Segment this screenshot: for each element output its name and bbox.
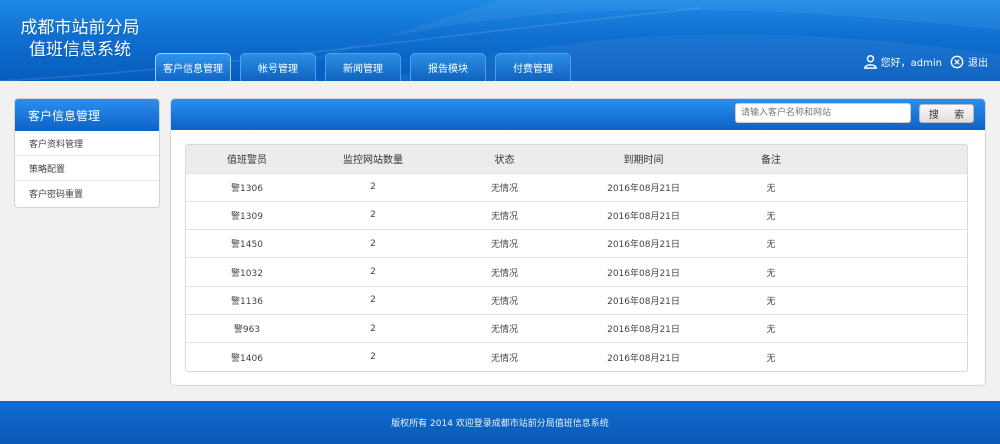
cell-site-count: 2 — [370, 182, 376, 193]
table-header-row: 值班警员 监控网站数量 状态 到期时间 备注 — [186, 145, 967, 173]
cell-status: 无情况 — [490, 353, 518, 364]
cell-spacer — [826, 230, 967, 258]
cell-officer: 警963 — [233, 325, 261, 336]
tab-account[interactable]: 帐号管理 — [240, 53, 316, 81]
sidebar-title: 客户信息管理 — [15, 99, 159, 131]
cell-officer: 警1406 — [231, 353, 263, 364]
user-greeting: 您好，admin — [880, 58, 942, 69]
sidebar-item-policy-config[interactable]: 策略配置 — [15, 156, 159, 181]
cell-remark: 无 — [766, 353, 776, 364]
cell-spacer — [826, 173, 967, 201]
main-toolbar: 搜 索 — [171, 99, 985, 130]
cell-remark: 无 — [766, 296, 776, 307]
user-icon — [863, 54, 877, 69]
cell-site-count: 2 — [370, 267, 376, 278]
cell-remark: 无 — [766, 268, 776, 279]
tab-news[interactable]: 新闻管理 — [325, 53, 401, 81]
tab-reports[interactable]: 报告模块 — [410, 53, 486, 81]
cell-spacer — [826, 258, 967, 286]
cell-officer: 警1306 — [231, 183, 263, 194]
footer: 版权所有 2014 欢迎登录成都市站前分局值班信息系统 — [0, 401, 1000, 444]
cell-officer: 警1309 — [231, 211, 263, 222]
table-row[interactable]: 警963 2 无情况 2016年08月21日 无 — [186, 314, 967, 342]
footer-copyright: 版权所有 2014 欢迎登录成都市站前分局值班信息系统 — [391, 419, 609, 429]
header-status: 状态 — [494, 155, 515, 167]
cell-status: 无情况 — [490, 325, 518, 336]
cell-officer: 警1136 — [231, 296, 263, 307]
cell-expiry: 2016年08月21日 — [607, 183, 680, 194]
cell-expiry: 2016年08月21日 — [607, 353, 680, 364]
tab-customer-info[interactable]: 客户信息管理 — [155, 53, 231, 81]
sidebar: 客户信息管理 客户资料管理 策略配置 客户密码重置 — [14, 98, 160, 208]
header-spacer — [826, 145, 967, 173]
table-row[interactable]: 警1136 2 无情况 2016年08月21日 无 — [186, 286, 967, 314]
header-remark: 备注 — [761, 155, 781, 167]
cell-expiry: 2016年08月21日 — [607, 296, 680, 307]
cell-spacer — [826, 201, 967, 229]
sidebar-item-password-reset[interactable]: 客户密码重置 — [15, 181, 159, 206]
cell-expiry: 2016年08月21日 — [607, 268, 680, 279]
cell-expiry: 2016年08月21日 — [607, 240, 680, 251]
user-area: 您好，admin 退出 — [863, 54, 988, 69]
close-circle-icon[interactable] — [950, 55, 964, 69]
table-row[interactable]: 警1306 2 无情况 2016年08月21日 无 — [186, 173, 967, 201]
header-expiry: 到期时间 — [623, 155, 664, 167]
logout-link[interactable]: 退出 — [968, 54, 988, 69]
cell-expiry: 2016年08月21日 — [607, 211, 680, 222]
table-row[interactable]: 警1309 2 无情况 2016年08月21日 无 — [186, 201, 967, 229]
app-title: 成都市站前分局 值班信息系统 — [14, 17, 146, 61]
main-nav: 客户信息管理 帐号管理 新闻管理 报告模块 付费管理 — [155, 53, 571, 81]
cell-site-count: 2 — [370, 210, 376, 221]
cell-officer: 警1450 — [231, 240, 263, 251]
data-table-container: 值班警员 监控网站数量 状态 到期时间 备注 警1306 2 无情况 2016年… — [185, 144, 968, 372]
main-panel: 搜 索 值班警员 监控网站数量 状态 到期时间 备注 警1306 2 — [170, 98, 986, 386]
table-row[interactable]: 警1406 2 无情况 2016年08月21日 无 — [186, 342, 967, 371]
table-row[interactable]: 警1450 2 无情况 2016年08月21日 无 — [186, 229, 967, 258]
data-table: 值班警员 监控网站数量 状态 到期时间 备注 警1306 2 无情况 2016年… — [186, 145, 967, 371]
header-officer: 值班警员 — [227, 155, 267, 167]
cell-site-count: 2 — [370, 323, 376, 334]
cell-status: 无情况 — [490, 183, 518, 194]
cell-site-count: 2 — [370, 352, 376, 363]
cell-status: 无情况 — [490, 211, 518, 222]
table-row[interactable]: 警1032 2 无情况 2016年08月21日 无 — [186, 257, 967, 286]
cell-site-count: 2 — [370, 238, 376, 249]
cell-remark: 无 — [766, 211, 776, 222]
cell-remark: 无 — [766, 240, 776, 251]
cell-spacer — [826, 343, 967, 371]
cell-site-count: 2 — [370, 295, 376, 306]
sidebar-item-customer-profile[interactable]: 客户资料管理 — [15, 131, 159, 156]
app-title-line1: 成都市站前分局 — [20, 18, 140, 38]
cell-spacer — [826, 314, 967, 342]
tab-billing[interactable]: 付费管理 — [495, 53, 571, 81]
header: 成都市站前分局 值班信息系统 客户信息管理 帐号管理 新闻管理 报告模块 付费管… — [0, 0, 1000, 81]
search-input[interactable] — [735, 103, 911, 123]
cell-spacer — [826, 286, 967, 314]
cell-remark: 无 — [766, 325, 776, 336]
app-title-line2: 值班信息系统 — [29, 40, 131, 60]
cell-status: 无情况 — [490, 268, 518, 279]
cell-expiry: 2016年08月21日 — [607, 325, 680, 336]
cell-status: 无情况 — [490, 296, 518, 307]
cell-remark: 无 — [766, 183, 776, 194]
header-site-count: 监控网站数量 — [343, 155, 403, 167]
search-button[interactable]: 搜 索 — [919, 104, 974, 123]
cell-status: 无情况 — [490, 240, 518, 251]
cell-officer: 警1032 — [231, 268, 263, 279]
